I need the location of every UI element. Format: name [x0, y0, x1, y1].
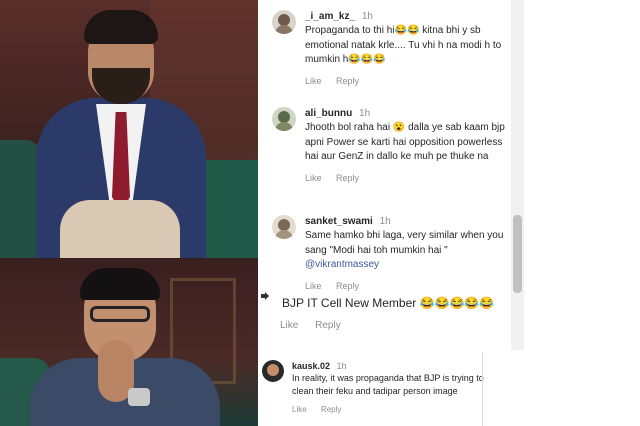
scrollbar-thumb[interactable]: [513, 215, 522, 293]
avatar[interactable]: [262, 360, 284, 382]
photo-bottom-actor: [0, 258, 258, 426]
scrollbar[interactable]: [511, 0, 524, 350]
comment-time: 1h: [361, 11, 373, 22]
avatar[interactable]: [272, 107, 296, 131]
reply-arrow-icon: [260, 292, 270, 305]
reply-button[interactable]: Reply: [336, 281, 359, 291]
watch: [128, 388, 150, 406]
hair: [84, 10, 158, 44]
comment-text: Same hamko bhi laga, very similar when y…: [305, 229, 510, 273]
reply-comment-text: BJP IT Cell New Member 😂😂😂😂😂: [282, 296, 495, 310]
like-button[interactable]: Like: [305, 281, 322, 291]
avatar[interactable]: [272, 10, 296, 34]
comment-username[interactable]: kausk.02: [292, 361, 330, 371]
trousers: [60, 200, 180, 258]
hair: [80, 268, 160, 300]
comment-text: Propaganda to thi hi😂😂 kitna bhi y sb em…: [305, 25, 502, 66]
reply-button[interactable]: Reply: [315, 320, 341, 331]
comment-time: 1h: [379, 216, 391, 227]
comment-text-body: Same hamko bhi laga, very similar when y…: [305, 230, 504, 256]
photo-top-actor: [0, 0, 258, 258]
like-button[interactable]: Like: [280, 320, 298, 331]
green-chair-left: [0, 140, 40, 258]
comment-username[interactable]: _i_am_kz_: [305, 11, 355, 22]
comment-text: Jhooth bol raha hai 😮 dalla ye sab kaam …: [305, 122, 505, 163]
blank-area: [524, 0, 640, 350]
like-button[interactable]: Like: [292, 405, 307, 414]
glasses: [90, 306, 150, 322]
like-button[interactable]: Like: [305, 173, 322, 183]
reply-button[interactable]: Reply: [321, 405, 341, 414]
reply-button[interactable]: Reply: [336, 173, 359, 183]
comment-username[interactable]: sanket_swami: [305, 216, 373, 227]
comment-time: 1h: [336, 361, 347, 371]
mention-link[interactable]: @vikrantmassey: [305, 259, 379, 270]
like-button[interactable]: Like: [305, 76, 322, 86]
avatar[interactable]: [272, 215, 296, 239]
reply-button[interactable]: Reply: [336, 76, 359, 86]
comment-text: In reality, it was propaganda that BJP i…: [292, 373, 484, 396]
divider: [482, 352, 483, 426]
comment-time: 1h: [359, 108, 371, 119]
comment-username[interactable]: ali_bunnu: [305, 108, 352, 119]
